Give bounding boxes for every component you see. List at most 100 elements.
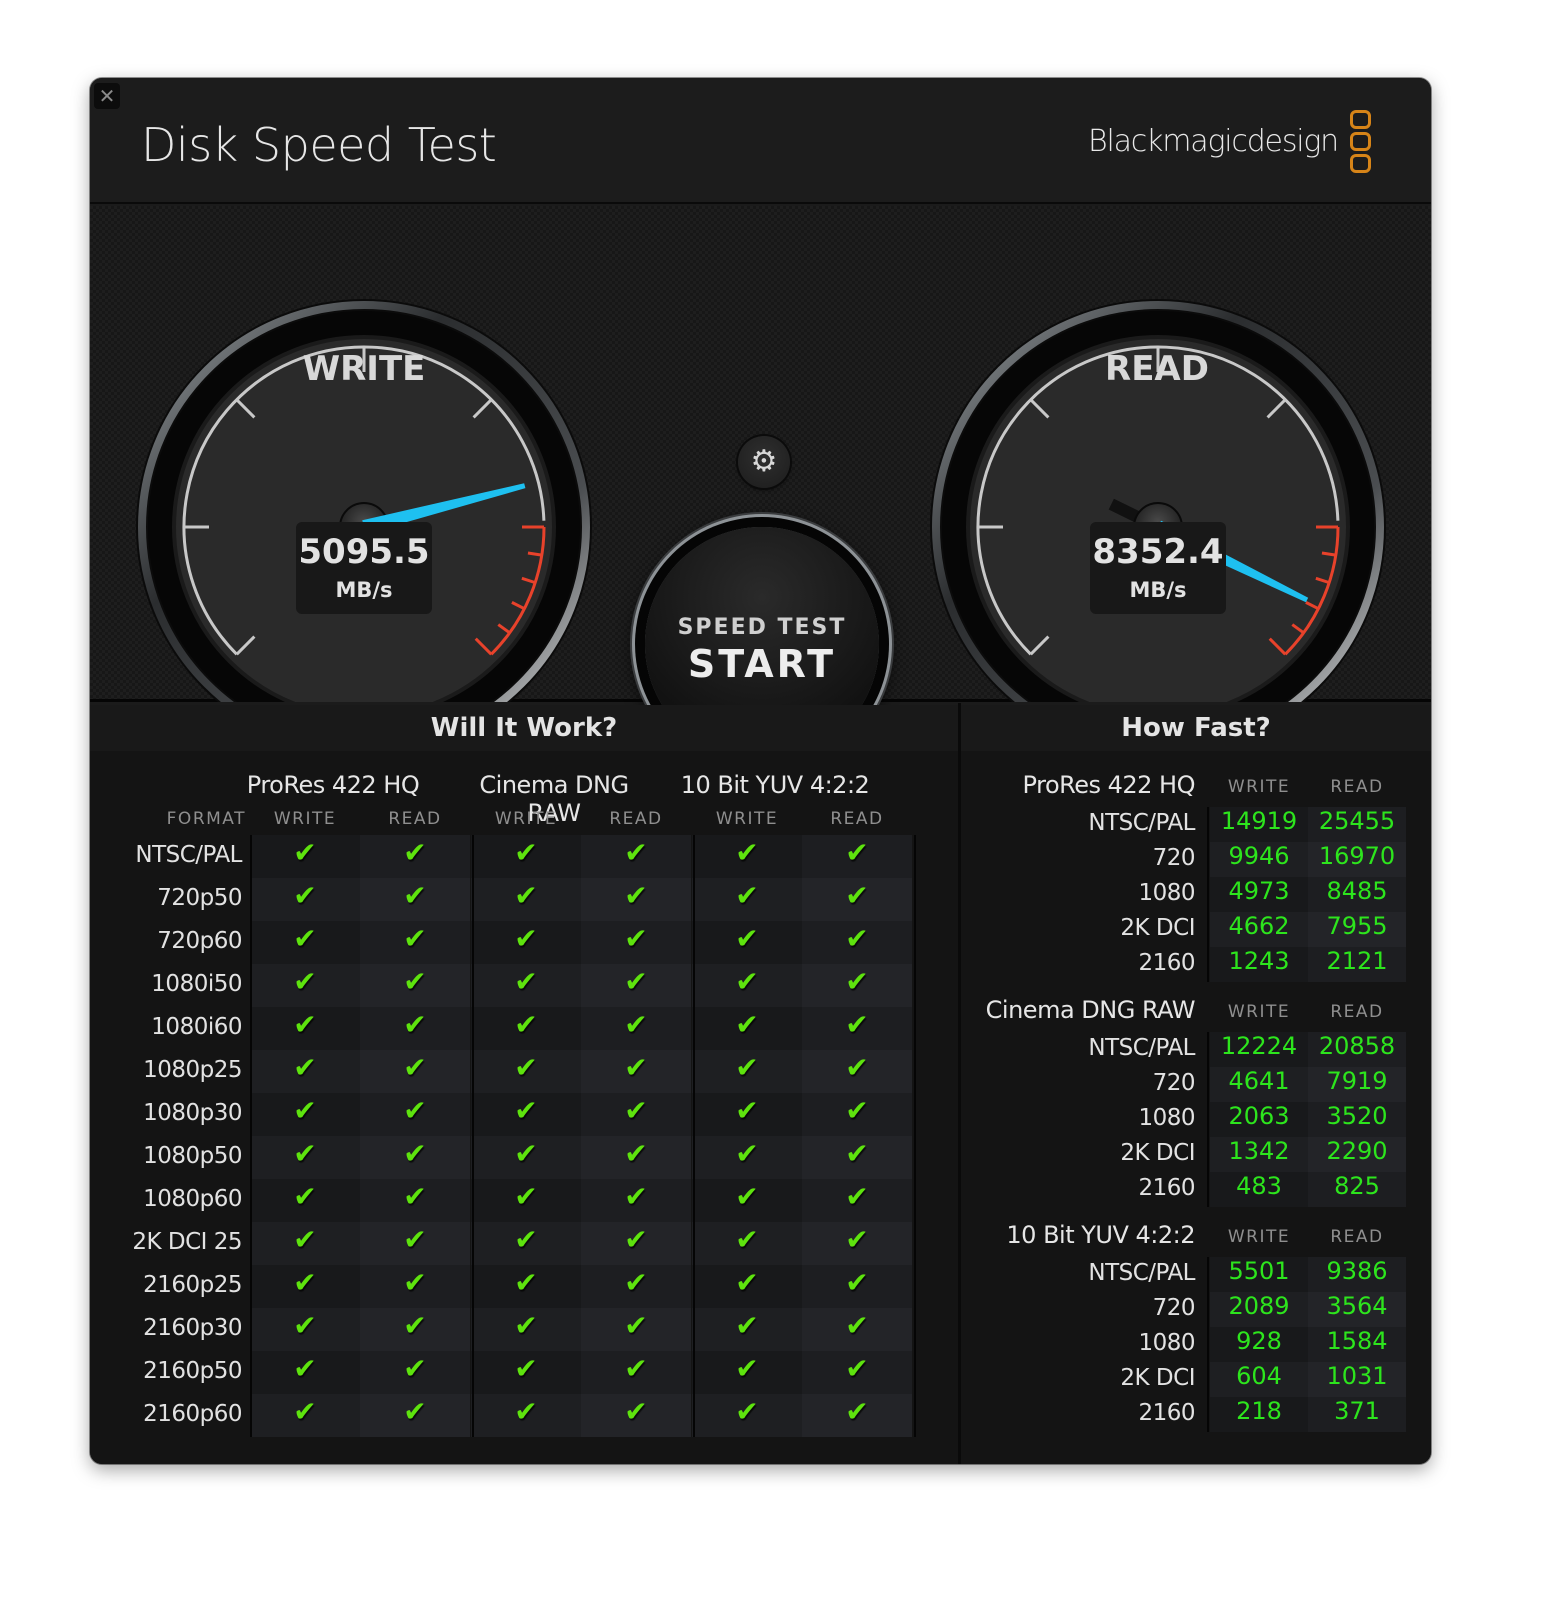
- write-fps-value: 483: [1210, 1172, 1308, 1207]
- resolution-label: 2160: [1138, 1175, 1195, 1201]
- compatibility-cell: ✔: [692, 1351, 802, 1394]
- checkmark-icon: ✔: [845, 836, 869, 869]
- checkmark-icon: ✔: [845, 1094, 869, 1127]
- read-fps-value: 3564: [1308, 1292, 1406, 1327]
- read-column-header: READ: [1330, 777, 1384, 797]
- compatibility-cell: ✔: [802, 1007, 912, 1050]
- resolution-label: 1080: [1138, 1105, 1195, 1131]
- how-fast-header: How Fast?: [961, 705, 1431, 751]
- compatibility-cell: ✔: [581, 878, 691, 921]
- read-fps-value: 9386: [1308, 1257, 1406, 1292]
- write-fps-value: 14919: [1210, 807, 1308, 842]
- checkmark-icon: ✔: [293, 879, 317, 912]
- compatibility-cell: ✔: [692, 878, 802, 921]
- checkmark-icon: ✔: [845, 1309, 869, 1342]
- compatibility-cell: ✔: [471, 835, 581, 878]
- compatibility-cell: ✔: [802, 964, 912, 1007]
- column-divider: [472, 835, 474, 1437]
- checkmark-icon: ✔: [624, 1008, 648, 1041]
- read-fps-value: 16970: [1308, 842, 1406, 877]
- checkmark-icon: ✔: [514, 965, 538, 998]
- checkmark-icon: ✔: [293, 922, 317, 955]
- compatibility-cell: ✔: [250, 878, 360, 921]
- resolution-label: 1080: [1138, 1330, 1195, 1356]
- checkmark-icon: ✔: [624, 922, 648, 955]
- checkmark-icon: ✔: [845, 879, 869, 912]
- codec-group-header: 10 Bit YUV 4:2:2: [1006, 1221, 1195, 1249]
- format-row-label: 2K DCI 25: [132, 1229, 242, 1255]
- resolution-label: 720: [1152, 1070, 1196, 1096]
- compatibility-cell: ✔: [802, 1179, 912, 1222]
- format-row-label: NTSC/PAL: [135, 842, 242, 868]
- write-speed-value: 5095.5: [298, 532, 430, 572]
- compatibility-cell: ✔: [471, 1394, 581, 1437]
- write-fps-value: 1243: [1210, 947, 1308, 982]
- start-button-label: START: [687, 642, 837, 686]
- resolution-label: NTSC/PAL: [1088, 1035, 1195, 1061]
- checkmark-icon: ✔: [735, 1223, 759, 1256]
- column-divider: [1207, 1257, 1209, 1432]
- write-column-header: WRITE: [1227, 777, 1291, 797]
- close-icon[interactable]: ✕: [94, 83, 120, 109]
- compatibility-cell: ✔: [250, 1136, 360, 1179]
- read-fps-value: 25455: [1308, 807, 1406, 842]
- checkmark-icon: ✔: [514, 1180, 538, 1213]
- compatibility-cell: ✔: [581, 1136, 691, 1179]
- column-divider: [1207, 807, 1209, 982]
- compatibility-cell: ✔: [250, 1265, 360, 1308]
- compatibility-cell: ✔: [581, 1308, 691, 1351]
- compatibility-cell: ✔: [471, 1179, 581, 1222]
- compatibility-cell: ✔: [802, 1136, 912, 1179]
- settings-gear-icon[interactable]: ⚙: [738, 436, 790, 488]
- checkmark-icon: ✔: [514, 1051, 538, 1084]
- checkmark-icon: ✔: [845, 1180, 869, 1213]
- read-speed-unit: MB/s: [1129, 578, 1187, 602]
- checkmark-icon: ✔: [293, 965, 317, 998]
- write-fps-value: 5501: [1210, 1257, 1308, 1292]
- read-speed-value: 8352.4: [1092, 532, 1224, 572]
- compatibility-cell: ✔: [471, 921, 581, 964]
- compatibility-cell: ✔: [360, 1394, 470, 1437]
- compatibility-cell: ✔: [581, 921, 691, 964]
- compatibility-cell: ✔: [360, 921, 470, 964]
- compatibility-cell: ✔: [471, 1136, 581, 1179]
- write-fps-value: 4973: [1210, 877, 1308, 912]
- write-fps-value: 1342: [1210, 1137, 1308, 1172]
- checkmark-icon: ✔: [624, 1223, 648, 1256]
- column-divider: [1207, 1032, 1209, 1207]
- compatibility-cell: ✔: [250, 1179, 360, 1222]
- format-row-label: 2160p25: [143, 1272, 242, 1298]
- checkmark-icon: ✔: [514, 836, 538, 869]
- compatibility-cell: ✔: [802, 1265, 912, 1308]
- checkmark-icon: ✔: [845, 1137, 869, 1170]
- checkmark-icon: ✔: [403, 1223, 427, 1256]
- read-column-header: READ: [830, 809, 884, 829]
- write-fps-value: 2089: [1210, 1292, 1308, 1327]
- compatibility-cell: ✔: [692, 835, 802, 878]
- compatibility-cell: ✔: [471, 1222, 581, 1265]
- codec-group-header: ProRes 422 HQ: [1022, 771, 1196, 799]
- compatibility-cell: ✔: [692, 921, 802, 964]
- write-column-header: WRITE: [273, 809, 337, 829]
- compatibility-cell: ✔: [360, 1007, 470, 1050]
- resolution-label: 720: [1152, 845, 1196, 871]
- compatibility-cell: ✔: [250, 835, 360, 878]
- read-fps-value: 8485: [1308, 877, 1406, 912]
- checkmark-icon: ✔: [403, 1008, 427, 1041]
- compatibility-cell: ✔: [471, 1093, 581, 1136]
- checkmark-icon: ✔: [293, 1051, 317, 1084]
- compatibility-cell: ✔: [802, 1308, 912, 1351]
- compatibility-cell: ✔: [360, 1093, 470, 1136]
- compatibility-cell: ✔: [692, 1007, 802, 1050]
- write-column-header: WRITE: [1227, 1227, 1291, 1247]
- checkmark-icon: ✔: [735, 1266, 759, 1299]
- read-fps-value: 7919: [1308, 1067, 1406, 1102]
- checkmark-icon: ✔: [403, 922, 427, 955]
- write-fps-value: 9946: [1210, 842, 1308, 877]
- compatibility-cell: ✔: [471, 1308, 581, 1351]
- checkmark-icon: ✔: [735, 922, 759, 955]
- compatibility-cell: ✔: [581, 1222, 691, 1265]
- read-fps-value: 2290: [1308, 1137, 1406, 1172]
- compatibility-cell: ✔: [250, 1093, 360, 1136]
- checkmark-icon: ✔: [403, 1137, 427, 1170]
